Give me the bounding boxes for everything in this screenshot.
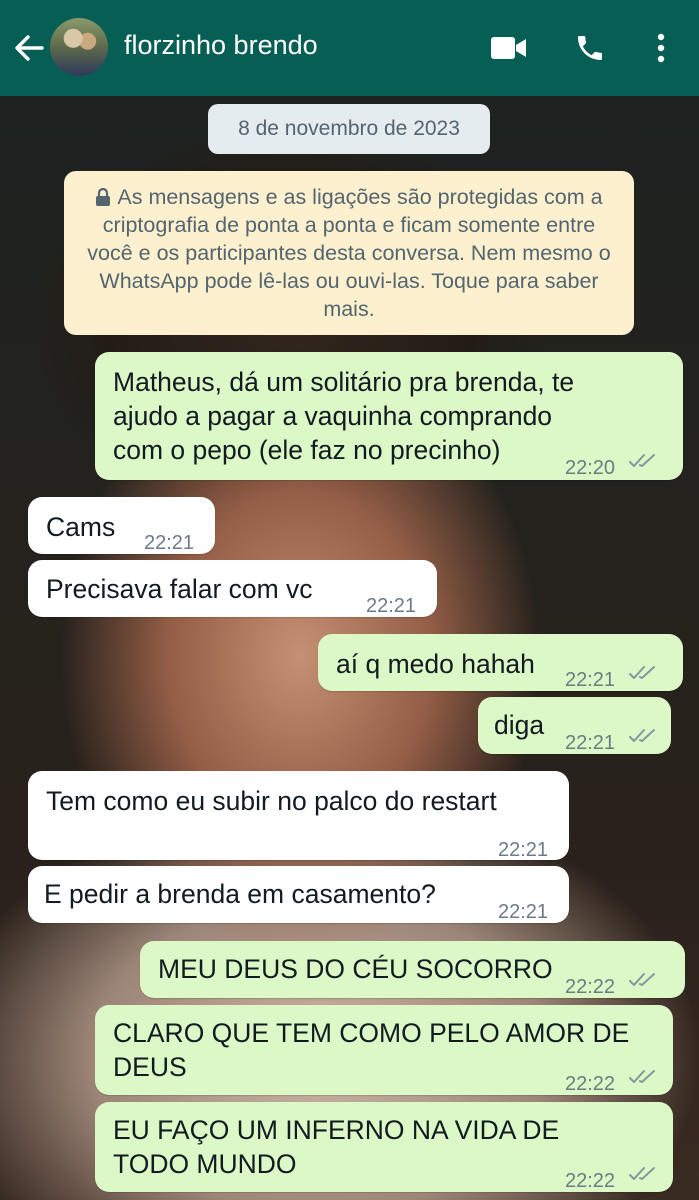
message-text-line: aí q medo hahah: [336, 649, 535, 679]
message-bubble-incoming[interactable]: Cams 22:21: [28, 497, 215, 554]
message-time: 22:22: [565, 1073, 616, 1095]
message-time: 22:21: [565, 669, 616, 691]
message-text-line: com o pepo (ele faz no precinho): [113, 435, 501, 465]
message-text-line: Tem como eu subir no palco do restart: [46, 786, 497, 816]
encryption-notice[interactable]: As mensagens e as ligações são protegida…: [64, 171, 634, 335]
message-bubble-outgoing[interactable]: EU FAÇO UM INFERNO NA VIDA DE TODO MUNDO…: [95, 1102, 673, 1192]
message-time: 22:22: [565, 976, 616, 998]
message-bubble-incoming[interactable]: E pedir a brenda em casamento? 22:21: [28, 866, 569, 923]
message-bubble-outgoing[interactable]: Matheus, dá um solitário pra brenda, te …: [95, 352, 683, 480]
message-text-line: Cams: [46, 512, 116, 542]
avatar[interactable]: [50, 18, 108, 76]
read-ticks-icon: [629, 729, 655, 742]
encryption-notice-text: As mensagens e as ligações são protegida…: [87, 185, 611, 321]
message-bubble-outgoing[interactable]: diga 22:21: [478, 697, 671, 754]
message-bubble-incoming[interactable]: Tem como eu subir no palco do restart 22…: [28, 771, 569, 861]
read-ticks-icon: [629, 973, 655, 986]
message-bubble-outgoing[interactable]: MEU DEUS DO CÉU SOCORRO 22:22: [140, 941, 685, 998]
message-time: 22:20: [565, 457, 616, 479]
message-time: 22:21: [565, 732, 616, 754]
lock-icon: [96, 188, 111, 206]
message-bubble-incoming[interactable]: Precisava falar com vc 22:21: [28, 560, 437, 617]
message-text-line: ajudo a pagar a vaquinha comprando: [113, 401, 553, 431]
chat-header: florzinho brendo: [0, 0, 699, 96]
message-text-line: Precisava falar com vc: [46, 574, 313, 604]
message-text-line: EU FAÇO UM INFERNO NA VIDA DE: [113, 1115, 560, 1145]
read-ticks-icon: [629, 454, 655, 467]
message-time: 22:22: [565, 1170, 616, 1192]
read-ticks-icon: [629, 1167, 655, 1180]
message-time: 22:21: [366, 595, 417, 617]
message-bubble-outgoing[interactable]: aí q medo hahah 22:21: [318, 634, 683, 691]
more-vert-icon[interactable]: [655, 32, 667, 64]
read-ticks-icon: [629, 1070, 655, 1083]
message-time: 22:21: [144, 532, 195, 554]
message-text-line: MEU DEUS DO CÉU SOCORRO: [158, 954, 553, 984]
message-time: 22:21: [498, 901, 549, 923]
read-ticks-icon: [629, 666, 655, 679]
date-separator: 8 de novembro de 2023: [208, 104, 490, 154]
message-time: 22:21: [498, 839, 549, 861]
message-bubble-outgoing[interactable]: CLARO QUE TEM COMO PELO AMOR DE DEUS 22:…: [95, 1005, 673, 1095]
phone-icon[interactable]: [574, 32, 606, 64]
contact-name[interactable]: florzinho brendo: [124, 30, 318, 61]
message-text-line: diga: [494, 710, 545, 740]
message-text-line: E pedir a brenda em casamento?: [44, 879, 436, 909]
video-call-icon[interactable]: [490, 35, 528, 61]
message-text-line: CLARO QUE TEM COMO PELO AMOR DE: [113, 1018, 630, 1048]
message-text-line: DEUS: [113, 1052, 187, 1082]
message-text-line: TODO MUNDO: [113, 1149, 297, 1179]
message-text-line: Matheus, dá um solitário pra brenda, te: [113, 367, 575, 397]
back-arrow-icon[interactable]: [12, 28, 46, 68]
